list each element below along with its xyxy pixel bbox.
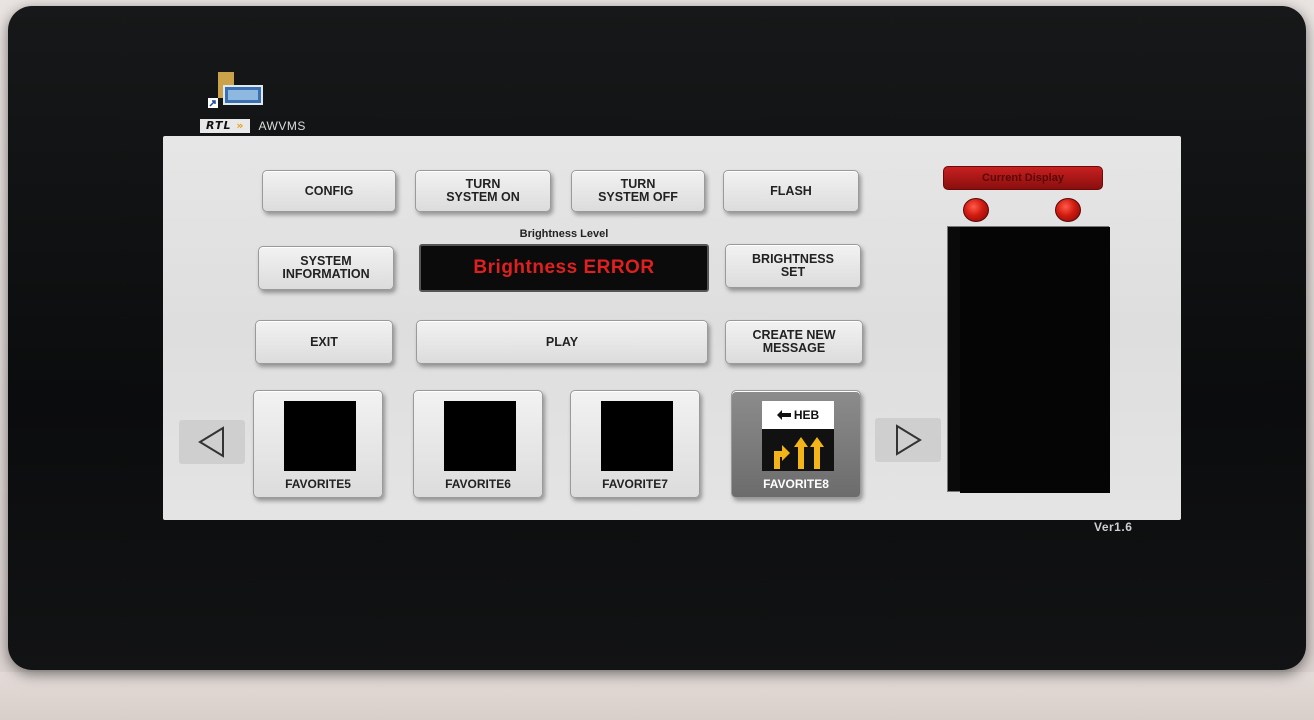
diamond-arrow-icon bbox=[776, 410, 791, 420]
current-display-button[interactable]: Current Display bbox=[943, 166, 1103, 190]
triangle-right-icon bbox=[896, 424, 922, 456]
favorite-label: FAVORITE5 bbox=[285, 477, 351, 491]
status-led-left bbox=[963, 198, 989, 222]
lane-arrows-graphic bbox=[762, 429, 834, 471]
desktop-shortcut-icon[interactable] bbox=[206, 72, 266, 112]
create-new-message-button[interactable]: CREATE NEW MESSAGE bbox=[725, 320, 863, 364]
heb-sign-header: HEB bbox=[762, 401, 834, 429]
favorite-7-button[interactable]: FAVORITE7 bbox=[570, 390, 700, 498]
heb-sign-thumbnail: HEB bbox=[762, 401, 834, 471]
sign-preview-display bbox=[947, 226, 1110, 493]
config-button[interactable]: CONFIG bbox=[262, 170, 396, 212]
favorite-thumbnail bbox=[444, 401, 516, 471]
rtl-logo: RTL » bbox=[200, 119, 251, 133]
favorite-label: FAVORITE8 bbox=[763, 477, 829, 491]
app-title: AWVMS bbox=[258, 119, 306, 133]
desk-surface bbox=[0, 672, 1314, 720]
brightness-set-button[interactable]: BRIGHTNESS SET bbox=[725, 244, 861, 288]
favorite-thumbnail bbox=[601, 401, 673, 471]
brightness-level-label: Brightness Level bbox=[519, 228, 609, 240]
turn-system-off-button[interactable]: TURN SYSTEM OFF bbox=[571, 170, 705, 212]
sign-preview-screen bbox=[960, 227, 1110, 493]
favorite-label: FAVORITE6 bbox=[445, 477, 511, 491]
favorite-8-button[interactable]: HEB FAVORITE8 bbox=[731, 390, 861, 498]
next-page-button[interactable] bbox=[875, 418, 941, 462]
lane-arrows-icon bbox=[774, 437, 824, 469]
version-label: Ver1.6 bbox=[1094, 520, 1133, 534]
favorite-thumbnail bbox=[284, 401, 356, 471]
exit-button[interactable]: EXIT bbox=[255, 320, 393, 364]
turn-system-on-button[interactable]: TURN SYSTEM ON bbox=[415, 170, 551, 212]
status-led-right bbox=[1055, 198, 1081, 222]
control-panel: CONFIG TURN SYSTEM ON TURN SYSTEM OFF FL… bbox=[163, 136, 1181, 520]
brightness-status-display: Brightness ERROR bbox=[419, 244, 709, 292]
flash-button[interactable]: FLASH bbox=[723, 170, 859, 212]
play-button[interactable]: PLAY bbox=[416, 320, 708, 364]
triangle-left-icon bbox=[198, 426, 224, 458]
favorite-label: FAVORITE7 bbox=[602, 477, 668, 491]
favorite-5-button[interactable]: FAVORITE5 bbox=[253, 390, 383, 498]
previous-page-button[interactable] bbox=[179, 420, 245, 464]
system-information-button[interactable]: SYSTEM INFORMATION bbox=[258, 246, 394, 290]
app-brand: RTL » AWVMS bbox=[200, 118, 306, 134]
favorite-6-button[interactable]: FAVORITE6 bbox=[413, 390, 543, 498]
